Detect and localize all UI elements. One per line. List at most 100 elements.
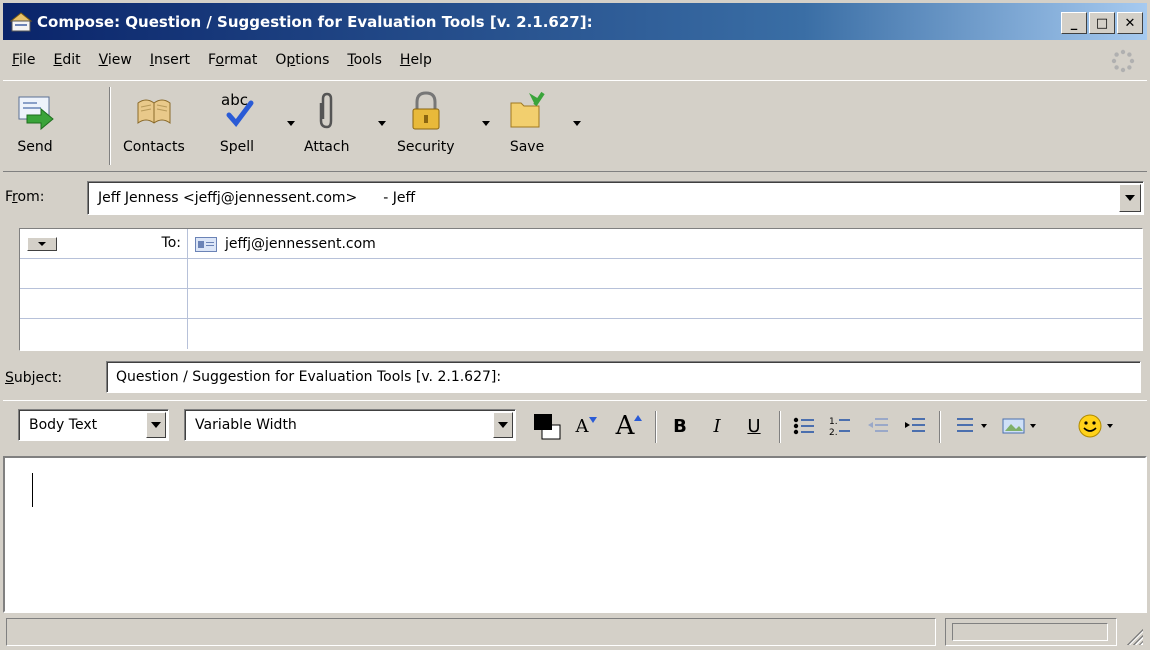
subject-label-post: ubject: (13, 370, 63, 386)
from-label: From: (5, 189, 44, 205)
save-dropdown-arrow-icon[interactable] (573, 121, 581, 126)
numbered-list-button[interactable]: 1. 2. (825, 411, 855, 441)
insert-dropdown-arrow-icon (1030, 424, 1036, 428)
title-bar[interactable]: Compose: Question / Suggestion for Evalu… (3, 3, 1147, 40)
format-separator (939, 411, 941, 443)
window-title: Compose: Question / Suggestion for Evalu… (37, 12, 593, 31)
text-caret (32, 473, 33, 507)
outdent-button[interactable] (863, 411, 893, 441)
contacts-label: Contacts (123, 139, 185, 155)
spell-dropdown-arrow-icon[interactable] (287, 121, 295, 126)
recipient-address-field[interactable] (189, 289, 1142, 319)
menu-insert[interactable]: Insert (141, 52, 199, 68)
attach-button[interactable]: Attach (304, 89, 349, 165)
send-button[interactable]: Send (13, 89, 57, 165)
recipient-type-cell[interactable] (20, 289, 188, 319)
message-body-editor[interactable] (3, 456, 1147, 613)
paragraph-style-select[interactable]: Body Text (18, 409, 169, 441)
spell-icon-text: abc (221, 91, 248, 109)
menu-label-pre: O (275, 52, 287, 68)
paragraph-style-dropdown-button[interactable] (146, 412, 166, 438)
menu-file[interactable]: File (3, 52, 44, 68)
outdent-icon (868, 418, 888, 432)
close-button[interactable]: ✕ (1117, 12, 1143, 34)
menu-format[interactable]: Format (199, 52, 266, 68)
text-color-button[interactable] (528, 411, 568, 441)
menu-help[interactable]: Help (391, 52, 441, 68)
numbered-list-icon: 1. 2. (829, 417, 850, 437)
recipient-row (20, 319, 1142, 349)
menu-tools[interactable]: Tools (338, 52, 391, 68)
indent-button[interactable] (900, 411, 930, 441)
font-select[interactable]: Variable Width (184, 409, 516, 441)
menu-edit[interactable]: Edit (44, 52, 89, 68)
up-arrow-icon (634, 415, 643, 421)
save-button[interactable]: Save (505, 89, 549, 165)
from-label-post: om: (17, 189, 45, 205)
subject-input[interactable]: Question / Suggestion for Evaluation Too… (106, 361, 1141, 393)
menu-mnemonic: o (215, 52, 225, 68)
align-button[interactable] (949, 411, 993, 441)
menu-label-post: tions (295, 52, 330, 68)
subject-value: Question / Suggestion for Evaluation Too… (116, 369, 502, 385)
activity-throbber-icon (1111, 49, 1135, 73)
menu-options[interactable]: Options (266, 52, 338, 68)
spell-label: Spell (219, 139, 255, 155)
italic-button[interactable]: I (703, 411, 731, 441)
underline-icon: U (747, 415, 761, 437)
larger-text-icon: A (615, 411, 635, 441)
security-label: Security (397, 139, 455, 155)
maximize-button[interactable]: □ (1089, 12, 1115, 34)
attach-dropdown-arrow-icon[interactable] (378, 121, 386, 126)
recipient-row: To: jeffj@jennessent.com (20, 229, 1142, 259)
larger-text-button[interactable]: A (612, 411, 646, 441)
contacts-button[interactable]: Contacts (123, 89, 185, 165)
recipient-address-field[interactable] (189, 259, 1142, 289)
emoticon-dropdown-arrow-icon (1107, 424, 1113, 428)
recipient-address-field[interactable] (189, 319, 1142, 349)
menu-mnemonic: E (53, 52, 63, 68)
from-select[interactable]: Jeff Jenness <jeffj@jennessent.com> - Je… (87, 181, 1144, 215)
bullet-list-button[interactable] (789, 411, 819, 441)
menu-label-post: ools (353, 52, 382, 68)
paragraph-style-value: Body Text (29, 417, 98, 433)
from-alias: - Jeff (383, 190, 416, 206)
underline-button[interactable]: U (740, 411, 768, 441)
smiley-icon (1078, 414, 1102, 438)
text-color-icon (534, 414, 561, 440)
menu-label-post: elp (410, 52, 432, 68)
menu-mnemonic: H (399, 52, 411, 68)
from-label-pre: F (5, 189, 13, 205)
minimize-button[interactable]: _ (1061, 12, 1087, 34)
security-button[interactable]: Security (397, 89, 455, 165)
security-dropdown-arrow-icon[interactable] (482, 121, 490, 126)
send-label: Send (17, 139, 53, 155)
bold-button[interactable]: B (666, 411, 694, 441)
recipient-type-cell[interactable] (20, 319, 188, 349)
font-dropdown-button[interactable] (493, 412, 513, 438)
recipient-type-cell[interactable] (20, 259, 188, 289)
emoticon-button[interactable] (1073, 411, 1117, 441)
recipient-type-cell[interactable]: To: (20, 229, 188, 259)
align-icon (957, 418, 973, 432)
recipient-address-field[interactable]: jeffj@jennessent.com (189, 229, 1142, 259)
spell-button[interactable]: abc Spell (215, 89, 259, 165)
menu-view[interactable]: View (90, 52, 141, 68)
font-value: Variable Width (195, 417, 297, 433)
format-toolbar: Body Text Variable Width A A B I U 1. 2. (3, 400, 1147, 452)
insert-image-button[interactable] (997, 411, 1041, 441)
resize-grip-icon[interactable] (1125, 627, 1143, 645)
subject-label: Subject: (5, 370, 62, 386)
recipient-type-dropdown[interactable] (27, 237, 57, 251)
recipient-type-label: To: (161, 235, 181, 251)
status-bar (3, 616, 1147, 648)
menu-mnemonic: p (286, 52, 296, 68)
padlock-icon (404, 89, 448, 133)
italic-icon: I (713, 415, 721, 437)
status-progress-panel (945, 618, 1117, 646)
indent-icon (905, 418, 925, 432)
menu-label-post: nsert (153, 52, 190, 68)
smaller-text-button[interactable]: A (572, 411, 600, 441)
contact-card-icon (195, 236, 217, 252)
from-dropdown-button[interactable] (1119, 184, 1141, 212)
